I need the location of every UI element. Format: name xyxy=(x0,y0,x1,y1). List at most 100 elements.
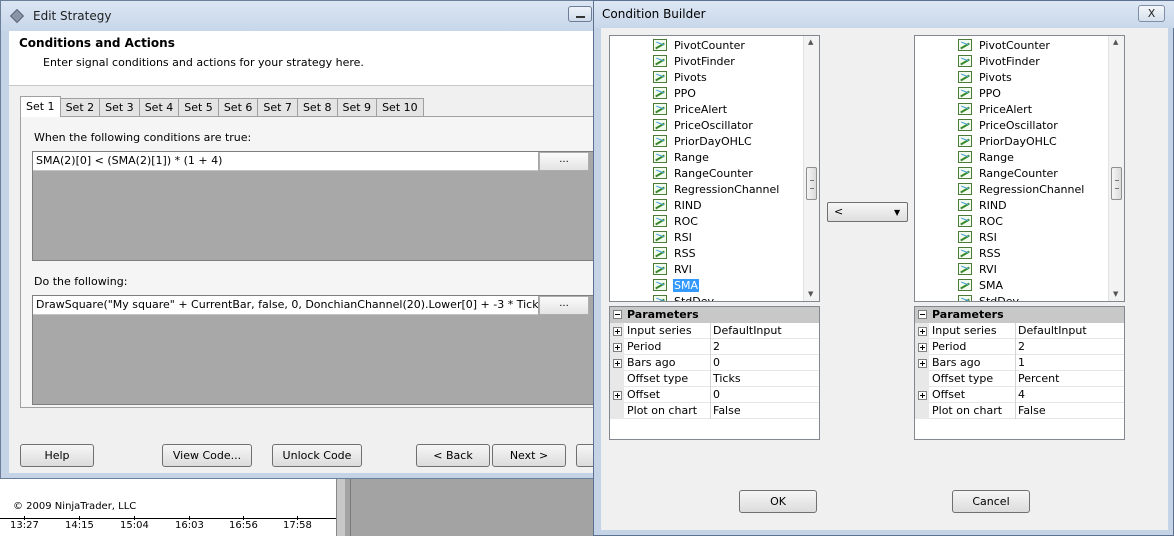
indicator-item[interactable]: RangeCounter xyxy=(958,165,1059,181)
close-button[interactable]: X xyxy=(1138,5,1165,22)
parameter-value[interactable]: 0 xyxy=(710,355,819,371)
expand-icon[interactable] xyxy=(918,391,927,400)
left-parameters-grid[interactable]: Parameters Input series DefaultInput Perio… xyxy=(609,306,820,440)
tab-set-1[interactable]: Set 1 xyxy=(20,96,61,117)
right-indicator-list[interactable]: ▲ ▼ PivotCounter PivotFinder Pivots PPO Pric… xyxy=(914,35,1125,302)
right-list-scrollbar[interactable]: ▲ ▼ xyxy=(1108,36,1124,301)
indicator-item[interactable]: PPO xyxy=(958,85,1002,101)
indicator-item[interactable]: SMA xyxy=(653,277,699,293)
indicator-item[interactable]: PivotCounter xyxy=(653,37,746,53)
expand-icon[interactable] xyxy=(613,391,622,400)
indicator-item[interactable]: ROC xyxy=(653,213,699,229)
indicator-item[interactable]: ROC xyxy=(958,213,1004,229)
parameter-row[interactable]: Plot on chart False xyxy=(610,403,819,419)
parameter-value[interactable]: 2 xyxy=(710,339,819,355)
indicator-item[interactable]: StdDev xyxy=(653,293,715,301)
parameter-row[interactable]: Input series DefaultInput xyxy=(610,323,819,339)
collapse-icon[interactable] xyxy=(918,310,927,319)
scroll-down-icon[interactable]: ▼ xyxy=(1113,290,1118,298)
indicator-item[interactable]: RSS xyxy=(653,245,697,261)
parameter-row[interactable]: Period 2 xyxy=(915,339,1124,355)
indicator-item[interactable]: RegressionChannel xyxy=(653,181,780,197)
view-code-button[interactable]: View Code... xyxy=(162,444,252,467)
tab-set-7[interactable]: Set 7 xyxy=(257,98,298,117)
parameter-value[interactable]: Ticks xyxy=(710,371,819,387)
indicator-item[interactable]: Range xyxy=(653,149,710,165)
action-row[interactable]: DrawSquare("My square" + CurrentBar, fal… xyxy=(33,296,538,315)
tab-set-6[interactable]: Set 6 xyxy=(217,98,259,117)
tab-set-9[interactable]: Set 9 xyxy=(336,98,378,117)
indicator-item[interactable]: PriceOscillator xyxy=(653,117,754,133)
indicator-item[interactable]: PriceAlert xyxy=(653,101,728,117)
expand-icon[interactable] xyxy=(918,343,927,352)
chart-scrollbar[interactable] xyxy=(336,478,345,536)
indicator-item[interactable]: Pivots xyxy=(653,69,708,85)
parameter-row[interactable]: Bars ago 1 xyxy=(915,355,1124,371)
indicator-item[interactable]: StdDev xyxy=(958,293,1020,301)
parameters-header[interactable]: Parameters xyxy=(915,307,1124,323)
indicator-item[interactable]: PivotFinder xyxy=(958,53,1041,69)
parameter-value[interactable]: DefaultInput xyxy=(710,323,819,339)
parameter-value[interactable]: 2 xyxy=(1015,339,1124,355)
indicator-item[interactable]: RSI xyxy=(958,229,998,245)
parameter-value[interactable]: Percent xyxy=(1015,371,1124,387)
parameter-row[interactable]: Bars ago 0 xyxy=(610,355,819,371)
indicator-item[interactable]: RIND xyxy=(958,197,1008,213)
parameter-value[interactable]: DefaultInput xyxy=(1015,323,1124,339)
parameter-value[interactable]: 4 xyxy=(1015,387,1124,403)
scroll-up-icon[interactable]: ▲ xyxy=(808,38,813,46)
indicator-item[interactable]: SMA xyxy=(958,277,1004,293)
parameters-header[interactable]: Parameters xyxy=(610,307,819,323)
unlock-code-button[interactable]: Unlock Code xyxy=(272,444,362,467)
indicator-item[interactable]: RangeCounter xyxy=(653,165,754,181)
parameter-row[interactable]: Plot on chart False xyxy=(915,403,1124,419)
scroll-up-icon[interactable]: ▲ xyxy=(1113,38,1118,46)
indicator-item[interactable]: PriorDayOHLC xyxy=(958,133,1058,149)
parameter-value[interactable]: 0 xyxy=(710,387,819,403)
indicator-item[interactable]: PriceOscillator xyxy=(958,117,1059,133)
collapse-icon[interactable] xyxy=(613,310,622,319)
edit-strategy-titlebar[interactable]: Edit Strategy xyxy=(1,1,598,31)
tab-set-8[interactable]: Set 8 xyxy=(296,98,338,117)
actions-list[interactable]: DrawSquare("My square" + CurrentBar, fal… xyxy=(32,295,599,405)
indicator-item[interactable]: PriorDayOHLC xyxy=(653,133,753,149)
condition-builder-titlebar[interactable]: Condition Builder X xyxy=(594,1,1174,28)
indicator-item[interactable]: RVI xyxy=(958,261,998,277)
right-parameters-grid[interactable]: Parameters Input series DefaultInput Perio… xyxy=(914,306,1125,440)
expand-icon[interactable] xyxy=(613,327,622,336)
parameter-row[interactable]: Input series DefaultInput xyxy=(915,323,1124,339)
indicator-item[interactable]: RIND xyxy=(653,197,703,213)
tab-set-2[interactable]: Set 2 xyxy=(59,98,101,117)
next-button[interactable]: Next > xyxy=(492,444,566,467)
expand-icon[interactable] xyxy=(613,359,622,368)
parameter-value[interactable]: False xyxy=(1015,403,1124,419)
indicator-item[interactable]: PivotFinder xyxy=(653,53,736,69)
left-list-scrollbar[interactable]: ▲ ▼ xyxy=(803,36,819,301)
indicator-item[interactable]: PivotCounter xyxy=(958,37,1051,53)
parameter-row[interactable]: Offset 0 xyxy=(610,387,819,403)
parameter-row[interactable]: Period 2 xyxy=(610,339,819,355)
operator-dropdown[interactable]: < ▼ xyxy=(827,202,908,222)
indicator-item[interactable]: PriceAlert xyxy=(958,101,1033,117)
condition-row[interactable]: SMA(2)[0] < (SMA(2)[1]) * (1 + 4) xyxy=(33,152,538,171)
ok-button[interactable]: OK xyxy=(739,490,817,513)
scroll-down-icon[interactable]: ▼ xyxy=(808,290,813,298)
edit-condition-button[interactable]: ... xyxy=(539,152,589,171)
minimize-button[interactable] xyxy=(568,6,592,22)
indicator-item[interactable]: PPO xyxy=(653,85,697,101)
expand-icon[interactable] xyxy=(918,359,927,368)
tab-set-5[interactable]: Set 5 xyxy=(178,98,219,117)
left-indicator-list[interactable]: ▲ ▼ PivotCounter PivotFinder Pivots PPO Pric… xyxy=(609,35,820,302)
help-button[interactable]: Help xyxy=(20,444,94,467)
parameter-value[interactable]: 1 xyxy=(1015,355,1124,371)
tab-set-4[interactable]: Set 4 xyxy=(138,98,180,117)
indicator-item[interactable]: Range xyxy=(958,149,1015,165)
tab-set-10[interactable]: Set 10 xyxy=(376,98,424,117)
parameter-row[interactable]: Offset type Percent xyxy=(915,371,1124,387)
tab-set-3[interactable]: Set 3 xyxy=(99,98,140,117)
edit-action-button[interactable]: ... xyxy=(539,296,589,315)
indicator-item[interactable]: RSI xyxy=(653,229,693,245)
parameter-row[interactable]: Offset type Ticks xyxy=(610,371,819,387)
scroll-thumb[interactable] xyxy=(806,167,817,200)
parameter-value[interactable]: False xyxy=(710,403,819,419)
